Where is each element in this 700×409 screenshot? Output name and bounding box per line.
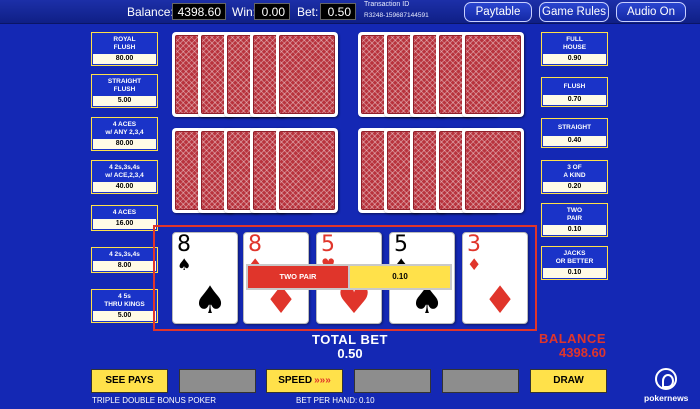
paytable-button[interactable]: Paytable [464,2,532,22]
paytable-payout: 0.90 [543,54,606,64]
paytable-payout: 0.10 [543,225,606,235]
see-pays-button[interactable]: SEE PAYS [91,369,168,393]
disabled-button-3 [442,369,519,393]
pokernews-logo-icon [655,368,677,390]
paytable-jacks-or-better: JACKS OR BETTER 0.10 [541,246,608,280]
paytable-three-of-a-kind: 3 OF A KIND 0.20 [541,160,608,194]
card-back [462,32,524,117]
paytable-full-house: FULL HOUSE 0.90 [541,32,608,66]
win-banner: TWO PAIR 0.10 [246,264,452,290]
balance-big-value: 4398.60 [559,345,606,360]
game-rules-button[interactable]: Game Rules [539,2,609,22]
paytable-royal-flush: ROYAL FLUSH 80.00 [91,32,158,66]
audio-toggle-button[interactable]: Audio On [616,2,686,22]
paytable-hand-name: TWO PAIR [566,207,583,222]
bet-display: 0.50 [320,3,356,20]
paytable-payout: 0.70 [543,95,606,105]
game-name: TRIPLE DOUBLE BONUS POKER [92,396,217,405]
disabled-button-2 [354,369,431,393]
paytable-hand-name: STRAIGHT FLUSH [107,78,142,93]
balance-display: 4398.60 [172,3,226,20]
card-rank: 8 [177,232,191,257]
speed-label: SPEED [278,375,313,386]
paytable-hand-name: 4 ACES w/ ANY 2,3,4 [105,121,144,136]
bet-label: Bet: [297,5,319,19]
speed-arrows-icon: »»» [314,375,331,386]
balance-big-label: BALANCE [538,331,606,346]
card-back [276,32,338,117]
paytable-hand-name: FLUSH [563,83,586,90]
winning-hand-name: TWO PAIR [248,266,348,288]
card-back [276,128,338,213]
paytable-hand-name: 4 2s,3s,4s [109,251,140,258]
paytable-payout: 40.00 [93,182,156,192]
player-card-5[interactable]: 3 ♦ ♦ [462,232,528,324]
total-bet-label: TOTAL BET [312,332,388,347]
pokernews-watermark: pokernews [644,393,689,403]
win-label: Win: [232,5,256,19]
paytable-payout: 80.00 [93,54,156,64]
disabled-button-1 [179,369,256,393]
card-rank: 3 [467,232,481,257]
paytable-4-fives-thru-kings: 4 5s THRU KINGS 5.00 [91,289,158,323]
paytable-hand-name: 4 2s,3s,4s w/ ACE,2,3,4 [105,164,144,179]
paytable-hand-name: STRAIGHT [557,124,592,131]
paytable-straight-flush: STRAIGHT FLUSH 5.00 [91,74,158,108]
winning-amount: 0.10 [350,266,450,288]
paytable-payout: 0.10 [543,268,606,278]
paytable-hand-name: 3 OF A KIND [563,164,586,179]
paytable-hand-name: JACKS OR BETTER [555,250,594,265]
balance-label: Balance: [127,5,174,19]
paytable-4-aces-with-any: 4 ACES w/ ANY 2,3,4 80.00 [91,117,158,151]
bet-per-hand-value: 0.10 [359,396,375,405]
speed-button[interactable]: SPEED»»» [266,369,343,393]
card-suit-small: ♦ [467,255,482,274]
win-display: 0.00 [254,3,290,20]
paytable-4-twos-threes-fours-with-ace: 4 2s,3s,4s w/ ACE,2,3,4 40.00 [91,160,158,194]
paytable-payout: 0.40 [543,136,606,146]
paytable-hand-name: 4 ACES [112,209,137,216]
paytable-hand-name: 4 5s THRU KINGS [104,293,145,308]
paytable-hand-name: ROYAL FLUSH [113,36,136,51]
paytable-4-twos-threes-fours: 4 2s,3s,4s 8.00 [91,247,158,273]
card-rank: 5 [321,232,335,257]
draw-button[interactable]: DRAW [530,369,607,393]
card-suit-large: ♠ [193,278,228,322]
paytable-payout: 80.00 [93,139,156,149]
paytable-4-aces: 4 ACES 16.00 [91,205,158,231]
paytable-payout: 8.00 [93,261,156,271]
paytable-hand-name: FULL HOUSE [562,36,587,51]
bet-per-hand-label: BET PER HAND: [296,396,358,405]
paytable-straight: STRAIGHT 0.40 [541,118,608,148]
card-suit-small: ♠ [177,255,192,274]
total-bet-value: 0.50 [337,346,363,361]
paytable-flush: FLUSH 0.70 [541,77,608,107]
player-card-1[interactable]: 8 ♠ ♠ [172,232,238,324]
paytable-payout: 0.20 [543,182,606,192]
card-suit-large: ♦ [483,278,518,322]
transaction-id-value: R3248-159687144591 [364,12,429,19]
top-bar: Balance: 4398.60 Win: 0.00 Bet: 0.50 Tra… [0,0,700,24]
card-rank: 5 [394,232,408,257]
transaction-id-label: Transaction ID [364,1,410,8]
card-back [462,128,524,213]
card-rank: 8 [248,232,262,257]
paytable-payout: 16.00 [93,219,156,229]
paytable-payout: 5.00 [93,96,156,106]
paytable-payout: 5.00 [93,311,156,321]
paytable-two-pair: TWO PAIR 0.10 [541,203,608,237]
